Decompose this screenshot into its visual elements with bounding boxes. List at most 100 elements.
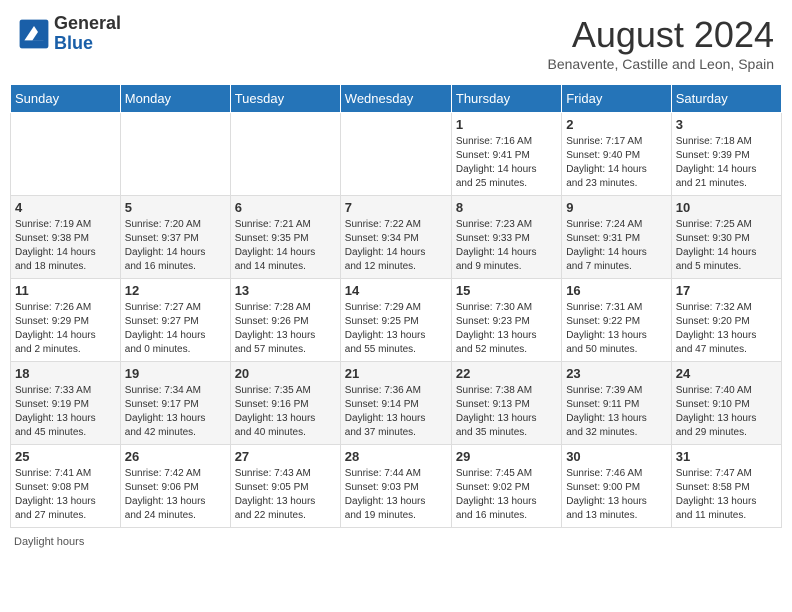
calendar-cell: 5 Sunrise: 7:20 AM Sunset: 9:37 PM Daylig… [120,196,230,279]
logo-general: General [54,14,121,34]
calendar-cell: 20 Sunrise: 7:35 AM Sunset: 9:16 PM Dayli… [230,362,340,445]
day-number: 21 [345,366,447,381]
day-header-tuesday: Tuesday [230,85,340,113]
calendar-cell [11,113,121,196]
calendar-cell: 17Sunrise: 7:32 AM Sunset: 9:20 PM Dayli… [671,279,781,362]
day-header-wednesday: Wednesday [340,85,451,113]
day-info: Sunrise: 7:23 AM Sunset: 9:33 PM Dayligh… [456,218,557,274]
day-number: 23 [566,366,667,381]
day-info: Sunrise: 7:45 AM Sunset: 9:02 PM Dayligh… [456,467,557,523]
day-number: 19 [125,366,226,381]
day-number: 8 [456,200,557,215]
day-info: Sunrise: 7:34 AM Sunset: 9:17 PM Dayligh… [125,384,226,440]
calendar-cell: 23 Sunrise: 7:39 AM Sunset: 9:11 PM Dayli… [562,362,672,445]
day-number: 18 [15,366,116,381]
day-number: 12 [125,283,226,298]
day-number: 6 [235,200,336,215]
calendar-cell: 1 Sunrise: 7:16 AM Sunset: 9:41 PM Daylig… [451,113,561,196]
calendar-cell: 25Sunrise: 7:41 AM Sunset: 9:08 PM Dayli… [11,445,121,528]
calendar-cell: 22 Sunrise: 7:38 AM Sunset: 9:13 PM Dayli… [451,362,561,445]
day-info: Sunrise: 7:39 AM Sunset: 9:11 PM Dayligh… [566,384,667,440]
calendar-cell: 6Sunrise: 7:21 AM Sunset: 9:35 PM Daylig… [230,196,340,279]
footer-text: Daylight hours [14,536,84,548]
day-info: Sunrise: 7:38 AM Sunset: 9:13 PM Dayligh… [456,384,557,440]
calendar-cell: 19 Sunrise: 7:34 AM Sunset: 9:17 PM Dayli… [120,362,230,445]
calendar-body: 1 Sunrise: 7:16 AM Sunset: 9:41 PM Daylig… [11,113,782,528]
day-number: 7 [345,200,447,215]
calendar-cell: 28 Sunrise: 7:44 AM Sunset: 9:03 PM Dayli… [340,445,451,528]
day-number: 26 [125,449,226,464]
day-header-thursday: Thursday [451,85,561,113]
calendar-cell: 27 Sunrise: 7:43 AM Sunset: 9:05 PM Dayli… [230,445,340,528]
day-info: Sunrise: 7:40 AM Sunset: 9:10 PM Dayligh… [676,384,777,440]
day-number: 28 [345,449,447,464]
day-header-sunday: Sunday [11,85,121,113]
calendar-cell: 24Sunrise: 7:40 AM Sunset: 9:10 PM Dayli… [671,362,781,445]
week-row-4: 18 Sunrise: 7:33 AM Sunset: 9:19 PM Dayli… [11,362,782,445]
day-number: 13 [235,283,336,298]
calendar-cell: 29 Sunrise: 7:45 AM Sunset: 9:02 PM Dayli… [451,445,561,528]
calendar-cell: 26 Sunrise: 7:42 AM Sunset: 9:06 PM Dayli… [120,445,230,528]
day-info: Sunrise: 7:43 AM Sunset: 9:05 PM Dayligh… [235,467,336,523]
calendar-cell: 14Sunrise: 7:29 AM Sunset: 9:25 PM Dayli… [340,279,451,362]
day-number: 1 [456,117,557,132]
day-info: Sunrise: 7:32 AM Sunset: 9:20 PM Dayligh… [676,301,777,357]
day-number: 22 [456,366,557,381]
day-info: Sunrise: 7:44 AM Sunset: 9:03 PM Dayligh… [345,467,447,523]
day-number: 20 [235,366,336,381]
calendar-cell: 4Sunrise: 7:19 AM Sunset: 9:38 PM Daylig… [11,196,121,279]
calendar-cell [230,113,340,196]
day-info: Sunrise: 7:17 AM Sunset: 9:40 PM Dayligh… [566,135,667,191]
calendar-cell: 7 Sunrise: 7:22 AM Sunset: 9:34 PM Daylig… [340,196,451,279]
calendar: SundayMondayTuesdayWednesdayThursdayFrid… [10,84,782,528]
day-info: Sunrise: 7:18 AM Sunset: 9:39 PM Dayligh… [676,135,777,191]
day-number: 5 [125,200,226,215]
week-row-2: 4Sunrise: 7:19 AM Sunset: 9:38 PM Daylig… [11,196,782,279]
day-info: Sunrise: 7:20 AM Sunset: 9:37 PM Dayligh… [125,218,226,274]
day-number: 10 [676,200,777,215]
day-number: 30 [566,449,667,464]
day-info: Sunrise: 7:42 AM Sunset: 9:06 PM Dayligh… [125,467,226,523]
calendar-cell [120,113,230,196]
day-info: Sunrise: 7:35 AM Sunset: 9:16 PM Dayligh… [235,384,336,440]
logo-blue: Blue [54,34,121,54]
calendar-cell: 12 Sunrise: 7:27 AM Sunset: 9:27 PM Dayli… [120,279,230,362]
day-number: 9 [566,200,667,215]
calendar-cell: 8 Sunrise: 7:23 AM Sunset: 9:33 PM Daylig… [451,196,561,279]
day-number: 16 [566,283,667,298]
title-section: August 2024 Benavente, Castille and Leon… [548,14,775,72]
calendar-cell: 2Sunrise: 7:17 AM Sunset: 9:40 PM Daylig… [562,113,672,196]
day-info: Sunrise: 7:25 AM Sunset: 9:30 PM Dayligh… [676,218,777,274]
day-info: Sunrise: 7:29 AM Sunset: 9:25 PM Dayligh… [345,301,447,357]
week-row-5: 25Sunrise: 7:41 AM Sunset: 9:08 PM Dayli… [11,445,782,528]
day-info: Sunrise: 7:22 AM Sunset: 9:34 PM Dayligh… [345,218,447,274]
calendar-cell: 21Sunrise: 7:36 AM Sunset: 9:14 PM Dayli… [340,362,451,445]
calendar-cell: 3 Sunrise: 7:18 AM Sunset: 9:39 PM Daylig… [671,113,781,196]
logo-text: General Blue [54,14,121,54]
day-info: Sunrise: 7:27 AM Sunset: 9:27 PM Dayligh… [125,301,226,357]
location: Benavente, Castille and Leon, Spain [548,56,775,72]
day-number: 27 [235,449,336,464]
day-header-monday: Monday [120,85,230,113]
day-info: Sunrise: 7:30 AM Sunset: 9:23 PM Dayligh… [456,301,557,357]
day-number: 15 [456,283,557,298]
calendar-cell: 10 Sunrise: 7:25 AM Sunset: 9:30 PM Dayli… [671,196,781,279]
day-info: Sunrise: 7:24 AM Sunset: 9:31 PM Dayligh… [566,218,667,274]
day-info: Sunrise: 7:47 AM Sunset: 8:58 PM Dayligh… [676,467,777,523]
logo-icon [18,18,50,50]
day-info: Sunrise: 7:16 AM Sunset: 9:41 PM Dayligh… [456,135,557,191]
day-info: Sunrise: 7:19 AM Sunset: 9:38 PM Dayligh… [15,218,116,274]
day-info: Sunrise: 7:28 AM Sunset: 9:26 PM Dayligh… [235,301,336,357]
day-number: 11 [15,283,116,298]
calendar-cell: 9 Sunrise: 7:24 AM Sunset: 9:31 PM Daylig… [562,196,672,279]
day-number: 3 [676,117,777,132]
day-number: 29 [456,449,557,464]
calendar-cell: 16Sunrise: 7:31 AM Sunset: 9:22 PM Dayli… [562,279,672,362]
footer: Daylight hours [10,536,782,548]
calendar-header: SundayMondayTuesdayWednesdayThursdayFrid… [11,85,782,113]
day-info: Sunrise: 7:41 AM Sunset: 9:08 PM Dayligh… [15,467,116,523]
logo: General Blue [18,14,121,54]
calendar-cell [340,113,451,196]
day-number: 31 [676,449,777,464]
day-info: Sunrise: 7:33 AM Sunset: 9:19 PM Dayligh… [15,384,116,440]
